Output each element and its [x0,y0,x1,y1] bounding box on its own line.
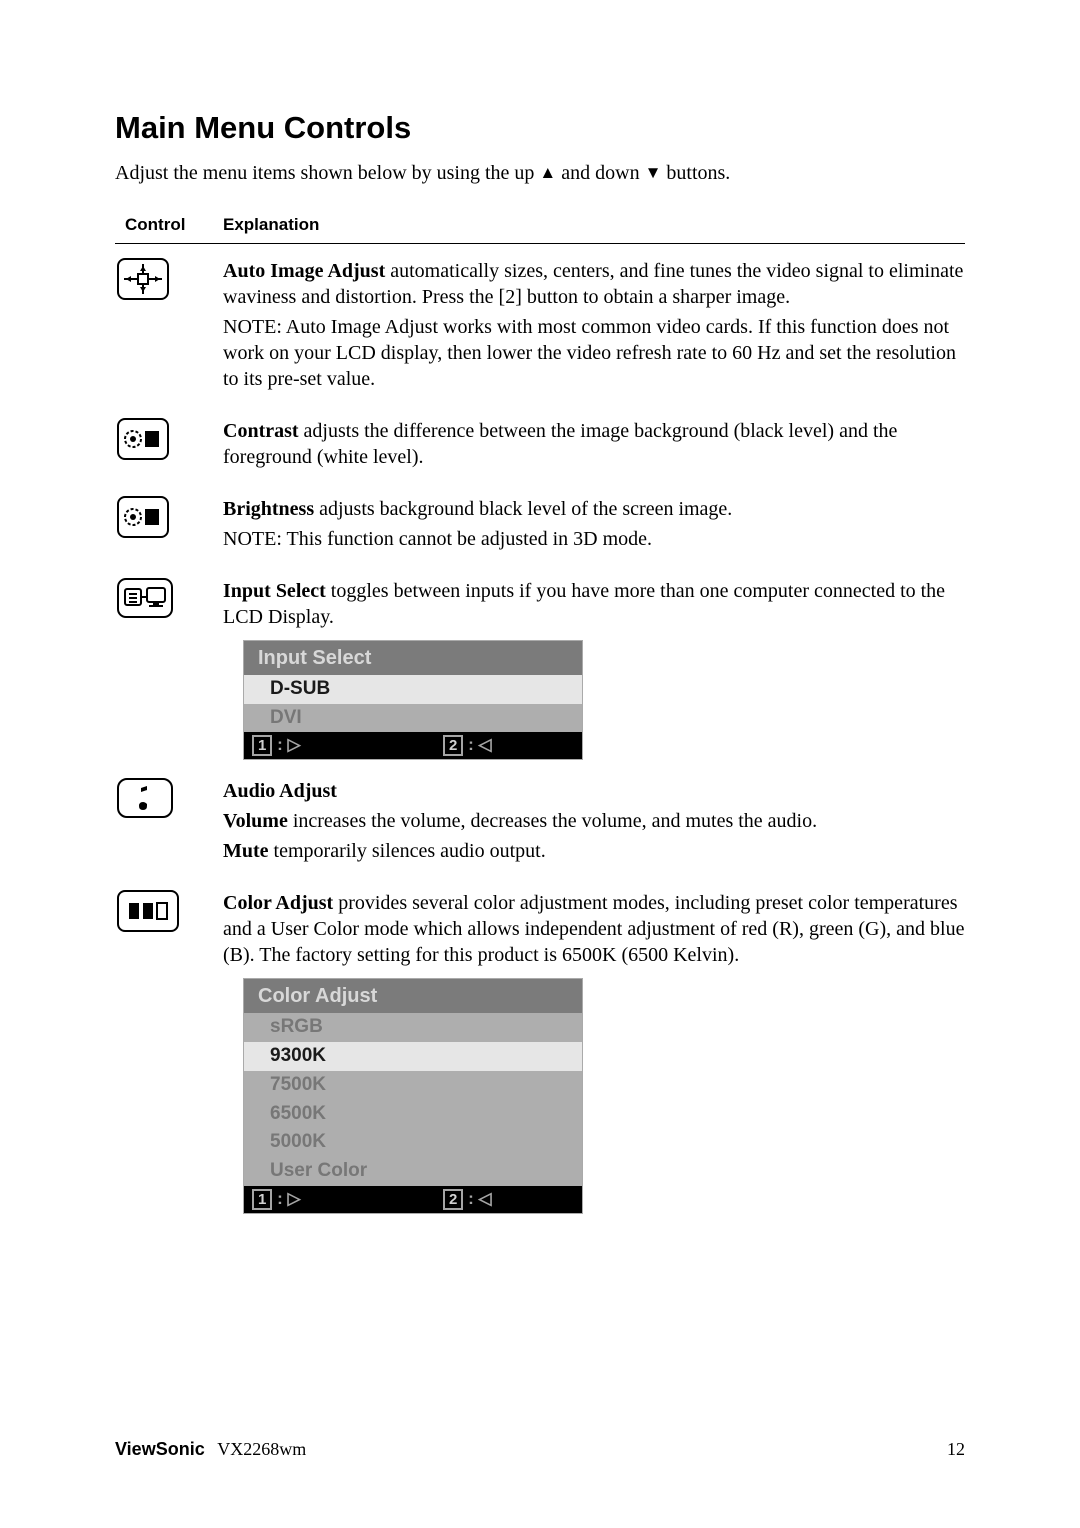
up-arrow-icon: ▲ [539,163,556,183]
brightness-note-label: NOTE: [223,528,282,550]
brightness-body: adjusts background black level of the sc… [314,498,732,520]
key-1-icon: 1 [252,735,272,756]
footer-brand: ViewSonic [115,1439,205,1459]
brightness-lead: Brightness [223,498,314,520]
color-menu-item-9300k[interactable]: 9300K [244,1042,582,1071]
row-color-adjust: Color Adjust provides several color adju… [115,890,965,1213]
down-arrow-icon: ▼ [645,163,662,183]
input-menu-footer: 1 : ▷ 2 : ◁ [244,732,582,759]
col-explanation: Explanation [223,215,965,235]
page-number: 12 [947,1439,965,1460]
color-body: provides several color adjustment modes,… [223,892,964,966]
col-control: Control [115,215,223,235]
auto-image-note-label: NOTE: [223,316,282,338]
input-select-body: toggles between inputs if you have more … [223,580,945,628]
footer-model: VX2268wm [217,1439,306,1459]
color-lead: Color Adjust [223,892,333,914]
color-menu-item-7500k[interactable]: 7500K [244,1071,582,1100]
intro-mid: and down [556,162,644,184]
enter-arrow-icon: ▷ [287,735,300,754]
page-title: Main Menu Controls [115,110,965,146]
brightness-note: This function cannot be adjusted in 3D m… [282,528,652,550]
brightness-icon [117,496,169,538]
back-arrow-icon: ◁ [478,735,491,754]
color-adjust-menu: Color Adjust sRGB 9300K 7500K 6500K 5000… [243,978,583,1213]
volume-lead: Volume [223,810,288,832]
audio-adjust-icon [117,778,173,818]
key-2-icon: 2 [443,1189,463,1210]
page-footer: ViewSonic VX2268wm 12 [115,1439,965,1460]
audio-lead: Audio Adjust [223,780,337,802]
color-menu-item-6500k[interactable]: 6500K [244,1100,582,1129]
volume-body: increases the volume, decreases the volu… [288,810,817,832]
row-input-select: Input Select toggles between inputs if y… [115,578,965,760]
color-menu-item-srgb[interactable]: sRGB [244,1013,582,1042]
row-brightness: Brightness adjusts background black leve… [115,496,965,556]
color-menu-item-5000k[interactable]: 5000K [244,1128,582,1157]
contrast-body: adjusts the difference between the image… [223,420,897,468]
intro-prefix: Adjust the menu items shown below by usi… [115,162,539,184]
intro-suffix: buttons. [661,162,730,184]
table-header: Control Explanation [115,215,965,244]
intro-text: Adjust the menu items shown below by usi… [115,162,965,185]
auto-image-adjust-icon [117,258,169,300]
input-select-lead: Input Select [223,580,326,602]
contrast-icon [117,418,169,460]
auto-image-lead: Auto Image Adjust [223,260,385,282]
back-arrow-icon: ◁ [478,1189,491,1208]
color-menu-item-usercolor[interactable]: User Color [244,1157,582,1186]
contrast-lead: Contrast [223,420,299,442]
row-auto-image-adjust: Auto Image Adjust automatically sizes, c… [115,258,965,396]
mute-lead: Mute [223,840,269,862]
input-menu-title: Input Select [244,641,582,675]
enter-arrow-icon: ▷ [287,1189,300,1208]
input-select-menu: Input Select D-SUB DVI 1 : ▷ 2 : ◁ [243,640,583,760]
auto-image-note: Auto Image Adjust works with most common… [223,316,956,390]
color-menu-title: Color Adjust [244,979,582,1013]
key-2-icon: 2 [443,735,463,756]
row-contrast: Contrast adjusts the difference between … [115,418,965,474]
input-menu-item-dsub[interactable]: D-SUB [244,675,582,704]
input-select-icon [117,578,173,618]
color-menu-footer: 1 : ▷ 2 : ◁ [244,1186,582,1213]
key-1-icon: 1 [252,1189,272,1210]
color-adjust-icon [117,890,179,932]
input-menu-item-dvi[interactable]: DVI [244,704,582,733]
mute-body: temporarily silences audio output. [269,840,546,862]
row-audio-adjust: Audio Adjust Volume increases the volume… [115,778,965,868]
